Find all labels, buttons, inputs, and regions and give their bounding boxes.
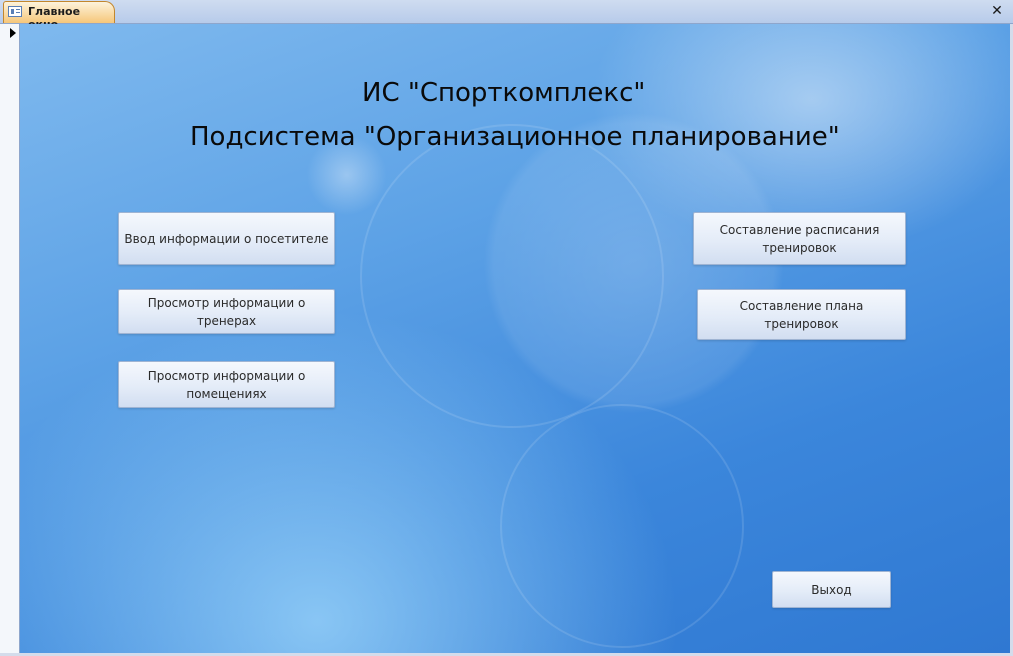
- rooms-view-button[interactable]: Просмотр информации о помещениях: [118, 361, 335, 408]
- schedule-button-label-line1: Составление расписания: [719, 222, 880, 237]
- record-pointer-icon: [10, 28, 16, 38]
- visitor-input-button[interactable]: Ввод информации о посетителе: [118, 212, 335, 265]
- document-tab-bar: Главное окно ✕: [0, 0, 1013, 31]
- rooms-view-button-label-line2: помещениях: [186, 386, 267, 401]
- exit-button-label: Выход: [811, 582, 852, 597]
- schedule-button-label-line2: тренировок: [762, 240, 837, 255]
- trainers-view-button-label-line2: тренерах: [196, 313, 257, 328]
- app-title: ИС "Спорткомплекс": [362, 78, 646, 108]
- schedule-button[interactable]: Составление расписания тренировок: [693, 212, 906, 265]
- background-flare: [500, 404, 744, 648]
- tab-main-window[interactable]: Главное окно: [3, 1, 115, 31]
- exit-button[interactable]: Выход: [772, 571, 891, 608]
- close-icon[interactable]: ✕: [989, 2, 1005, 20]
- record-selector[interactable]: [0, 24, 20, 656]
- trainers-view-button-label-line1: Просмотр информации о: [147, 295, 306, 310]
- subsystem-title: Подсистема "Организационное планирование…: [190, 122, 840, 152]
- rooms-view-button-label-line1: Просмотр информации о: [147, 368, 306, 383]
- visitor-input-button-label: Ввод информации о посетителе: [124, 231, 329, 246]
- form-icon: [8, 6, 22, 17]
- training-plan-button[interactable]: Составление плана тренировок: [697, 289, 906, 340]
- training-plan-button-label: Составление плана тренировок: [739, 298, 864, 331]
- form-body: ИС "Спорткомплекс" Подсистема "Организац…: [20, 24, 1010, 653]
- trainers-view-button[interactable]: Просмотр информации о тренерах: [118, 289, 335, 334]
- background-flare: [360, 124, 664, 428]
